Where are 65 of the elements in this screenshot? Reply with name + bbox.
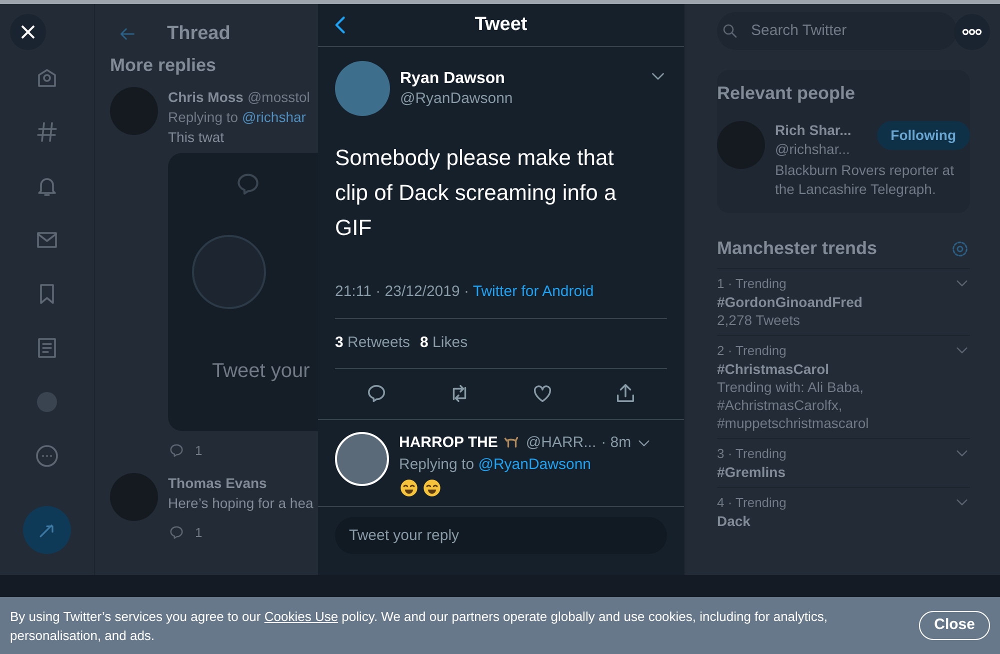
list-icon[interactable] — [35, 336, 59, 360]
reply-field[interactable]: Tweet your reply — [335, 516, 667, 554]
stat-link[interactable]: 8 Likes — [420, 332, 468, 354]
trend-rank: 1 · Trending — [717, 275, 788, 293]
reply-count: 1 — [195, 524, 202, 542]
trend-rank: 2 · Trending — [717, 342, 788, 360]
author-handle: @mosstol — [247, 88, 310, 106]
reply-text: Here’s hoping for a hea — [168, 494, 314, 512]
following-button[interactable]: Following — [876, 121, 970, 150]
mention-link[interactable]: @richshar — [242, 108, 306, 124]
close-banner-button[interactable]: Close — [919, 611, 990, 640]
reply-count: 1 — [195, 442, 202, 460]
laughing-emoji-icon — [399, 478, 419, 498]
trend-tag: #ChristmasCarol — [717, 360, 954, 378]
cookies-use-link[interactable]: Cookies Use — [264, 608, 338, 624]
settings-icon[interactable] — [950, 238, 970, 258]
author-name: Ryan Dawson — [400, 68, 506, 88]
reply-icon[interactable] — [168, 442, 185, 459]
reply-icon[interactable] — [168, 524, 185, 541]
reply-icon[interactable] — [365, 382, 388, 405]
source-link[interactable]: Twitter for Android — [472, 283, 594, 300]
avatar-placeholder — [335, 432, 389, 486]
profile-avatar-icon[interactable] — [35, 390, 59, 414]
share-icon[interactable] — [614, 382, 637, 405]
panel-title: Manchester trends — [717, 237, 878, 260]
person-bio: Blackburn Rovers reporter at the Lancashire Telegraph. — [775, 161, 955, 199]
trend-tag: #Gremlins — [717, 463, 954, 481]
person-name: Rich Shar... — [775, 121, 852, 140]
tweet-text: Somebody please make that clip of Dack screaming info a GIF — [335, 144, 618, 242]
search-icon — [721, 22, 739, 40]
replying-to-text: Replying to @richshar — [168, 108, 307, 126]
compose-button[interactable] — [23, 506, 71, 554]
trend-rank: 3 · Trending — [717, 445, 788, 463]
more-icon — [962, 28, 982, 36]
trend-meta: Trending with: Ali Baba, #AchristmasCarolfx, #muppetschristmascarol — [717, 378, 870, 432]
panel-title: Relevant people — [717, 82, 856, 105]
mention-link[interactable]: @RyanDawsonn — [478, 456, 591, 472]
reply-text: This twat — [168, 128, 226, 146]
trend-meta: 2,278 Tweets — [717, 311, 802, 329]
stat-link[interactable]: 3 Retweets — [335, 332, 410, 354]
author-name: Chris Moss — [168, 88, 244, 106]
person-handle: @richshar... — [775, 140, 851, 159]
replying-to-text: Replying to @RyanDawsonn — [399, 454, 592, 474]
laughing-emoji-icon — [422, 478, 442, 498]
section-heading: More replies — [109, 54, 218, 74]
trend-tag: #GordonGinoandFred — [717, 293, 954, 311]
reply-field-text: Tweet your — [211, 360, 311, 380]
close-button[interactable] — [10, 14, 46, 50]
trend-rank: 4 · Trending — [717, 494, 788, 512]
author-handle: @HARR... — [526, 432, 596, 452]
hashtag-icon[interactable] — [35, 120, 59, 144]
reply-time: · 8m — [601, 432, 632, 452]
author-handle: @RyanDawsonn — [400, 88, 514, 108]
modal-title: Tweet — [474, 12, 528, 37]
cookie-notice-text: By using Twitter’s services you agree to our Cookies Use policy. We and our partners operate globally and use cookies, including for analytics, personalisation, and ads. — [10, 608, 829, 644]
more-icon[interactable] — [35, 444, 59, 468]
close-icon — [20, 24, 36, 40]
trend-tag: Dack — [717, 512, 954, 530]
home-icon[interactable] — [35, 66, 59, 90]
more-options-button[interactable] — [954, 14, 990, 50]
tweet-timestamp: 21:11 · 23/12/2019 · Twitter for Android — [335, 282, 595, 302]
author-name: Thomas Evans — [168, 474, 267, 492]
thread-title: Thread — [167, 22, 230, 46]
author-name: HARROP THE — [399, 432, 498, 452]
search-field[interactable]: Search Twitter — [717, 12, 957, 50]
